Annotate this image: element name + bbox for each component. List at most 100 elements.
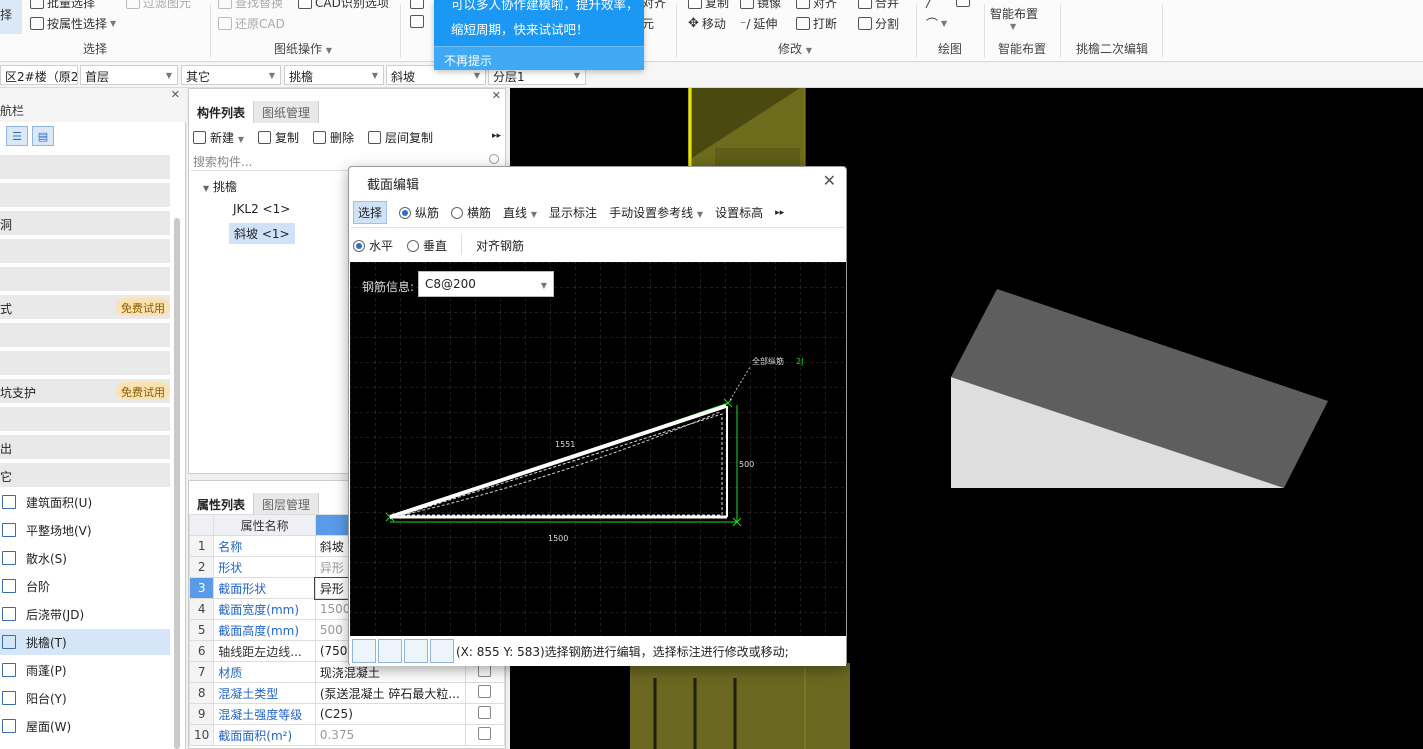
- nav-category-row[interactable]: 它: [0, 463, 170, 487]
- rebar-info-select[interactable]: C8@200 ▼: [418, 271, 554, 297]
- slope-snap-icon[interactable]: [378, 639, 402, 663]
- tab-drawing-manage[interactable]: 图纸管理: [254, 101, 320, 123]
- longitudinal-radio[interactable]: 纵筋: [399, 204, 439, 221]
- more-icon[interactable]: ▸▸: [492, 131, 501, 141]
- delete-button[interactable]: 删除: [313, 129, 354, 146]
- collab-icon-top[interactable]: [410, 0, 424, 9]
- show-dim-button[interactable]: 显示标注: [549, 204, 597, 221]
- attr-value[interactable]: (C25): [314, 703, 466, 725]
- dim-text-slope[interactable]: 1551: [555, 440, 575, 449]
- select-button-cut[interactable]: 择: [0, 6, 12, 23]
- floor-select[interactable]: 首层 ▼: [80, 65, 178, 85]
- nav-sub-item[interactable]: 阳台(Y): [0, 685, 170, 711]
- nav-category-row[interactable]: 洞: [0, 211, 170, 235]
- nav-sub-item[interactable]: 屋面(W): [0, 713, 170, 739]
- tab-attribute-list[interactable]: 属性列表: [189, 493, 255, 515]
- draw-line-button[interactable]: ╱: [926, 0, 933, 8]
- dim-text-right[interactable]: 500: [739, 460, 754, 469]
- tree-item[interactable]: JKL2 <1>: [233, 202, 290, 216]
- attr-checkbox[interactable]: [478, 727, 492, 740]
- nav-sub-item[interactable]: 平整场地(V): [0, 517, 170, 543]
- table-row[interactable]: 8 混凝土类型 (泵送混凝土 碎石最大粒...: [188, 682, 506, 704]
- horizontal-radio[interactable]: 水平: [353, 237, 393, 254]
- table-row[interactable]: 9 混凝土强度等级 (C25): [188, 703, 506, 725]
- move-button[interactable]: ✥ 移动: [688, 15, 726, 32]
- copy-button[interactable]: 复制: [688, 0, 729, 11]
- restore-cad-button[interactable]: 还原CAD: [218, 15, 285, 32]
- attr-checkbox[interactable]: [478, 685, 492, 698]
- close-icon[interactable]: ✕: [492, 89, 501, 102]
- select-mode-button[interactable]: 选择: [353, 201, 388, 224]
- nav-sub-item[interactable]: 后浇带(JD): [0, 601, 170, 627]
- nav-category-row[interactable]: [0, 155, 170, 179]
- nav-sub-item[interactable]: 雨蓬(P): [0, 657, 170, 683]
- nav-sub-item[interactable]: 建筑面积(U): [0, 489, 170, 515]
- attr-checkbox[interactable]: [478, 706, 492, 719]
- rebar-label[interactable]: 全部纵筋: [752, 356, 784, 366]
- rebar-code[interactable]: 2J: [796, 357, 803, 366]
- nav-sub-item[interactable]: 散水(S): [0, 545, 170, 571]
- nav-category-row[interactable]: [0, 323, 170, 347]
- mirror-button[interactable]: 镜像: [740, 0, 781, 11]
- add-point-icon[interactable]: [430, 639, 454, 663]
- close-icon[interactable]: ✕: [171, 88, 180, 101]
- split-button[interactable]: 分割: [858, 15, 899, 32]
- attr-value[interactable]: (泵送混凝土 碎石最大粒...: [314, 682, 466, 704]
- type-select[interactable]: 挑檐 ▼: [284, 65, 384, 85]
- collab-icon-bottom[interactable]: [410, 15, 424, 28]
- draw-arc-button[interactable]: ⌒ ▼: [926, 15, 947, 32]
- align-button[interactable]: 对齐: [796, 0, 837, 11]
- nav-category-row[interactable]: [0, 267, 170, 291]
- nav-category-row[interactable]: [0, 407, 170, 431]
- tree-item-selected[interactable]: 斜坡 <1>: [229, 223, 295, 244]
- nav-category-row[interactable]: [0, 183, 170, 207]
- tab-component-list[interactable]: 构件列表: [189, 101, 255, 123]
- set-elevation-button[interactable]: 设置标高: [715, 204, 763, 221]
- dim-text-bottom[interactable]: 1500: [548, 534, 568, 543]
- category-select[interactable]: 其它 ▼: [181, 65, 281, 85]
- line-tool-dropdown[interactable]: 直线 ▼: [503, 204, 537, 221]
- draw-rect-button[interactable]: [956, 0, 970, 7]
- tree-root[interactable]: ▼ 挑檐: [203, 178, 237, 195]
- free-trial-badge[interactable]: 免费试用: [116, 298, 170, 316]
- align-rebar-button[interactable]: 对齐钢筋: [476, 237, 524, 254]
- attr-select-button[interactable]: 按属性选择 ▼: [30, 15, 116, 32]
- break-button[interactable]: 打断: [796, 15, 837, 32]
- nav-sub-item[interactable]: 挑檐(T): [0, 629, 170, 655]
- detail-view-icon[interactable]: ▤: [32, 126, 54, 146]
- smart-layout-button[interactable]: 智能布置: [990, 5, 1038, 22]
- vertical-radio[interactable]: 垂直: [407, 237, 447, 254]
- new-button[interactable]: 新建 ▼: [193, 129, 244, 146]
- perpendicular-snap-icon[interactable]: [404, 639, 428, 663]
- nav-category-row[interactable]: [0, 239, 170, 263]
- dismiss-tip-button[interactable]: 不再提示: [434, 46, 644, 70]
- smart-layout-dropdown[interactable]: ▼: [1010, 22, 1016, 31]
- nav-category-row[interactable]: 坑支护 免费试用: [0, 379, 170, 403]
- close-icon[interactable]: ✕: [823, 171, 836, 190]
- floor-copy-button[interactable]: 层间复制: [368, 129, 433, 146]
- orthogonal-snap-icon[interactable]: [352, 639, 376, 663]
- copy-component-button[interactable]: 复制: [258, 129, 299, 146]
- nav-category-row[interactable]: 出: [0, 435, 170, 459]
- merge-button[interactable]: 合并: [858, 0, 899, 11]
- chevron-down-icon: ▼: [941, 19, 948, 28]
- batch-select-button[interactable]: 批量选择: [30, 0, 95, 11]
- nav-sub-item[interactable]: 台阶: [0, 573, 170, 599]
- table-row[interactable]: 10 截面面积(m²) 0.375: [188, 724, 506, 746]
- find-replace-button[interactable]: 查找替换: [218, 0, 283, 11]
- filter-graph-button[interactable]: 过滤图元: [126, 0, 191, 11]
- nav-category-row[interactable]: [0, 351, 170, 375]
- transverse-radio[interactable]: 横筋: [451, 204, 491, 221]
- manual-ref-dropdown[interactable]: 手动设置参考线 ▼: [609, 204, 703, 221]
- tab-layer-manage[interactable]: 图层管理: [254, 493, 320, 515]
- attr-value[interactable]: 0.375: [314, 724, 466, 746]
- extend-button[interactable]: ⁻/延伸: [740, 15, 777, 32]
- nav-scrollbar[interactable]: [174, 218, 180, 749]
- building-select[interactable]: 区2#楼（原2: [0, 65, 78, 85]
- list-view-icon[interactable]: ☰: [6, 126, 28, 146]
- section-canvas[interactable]: 1551 1500 500 全部纵筋 2J 钢筋信息: C8@200 ▼: [350, 262, 846, 636]
- free-trial-badge[interactable]: 免费试用: [116, 382, 170, 400]
- more-icon[interactable]: ▸▸: [775, 208, 784, 218]
- cad-options-button[interactable]: CAD识别选项: [298, 0, 389, 11]
- nav-category-row[interactable]: 式 免费试用: [0, 295, 170, 319]
